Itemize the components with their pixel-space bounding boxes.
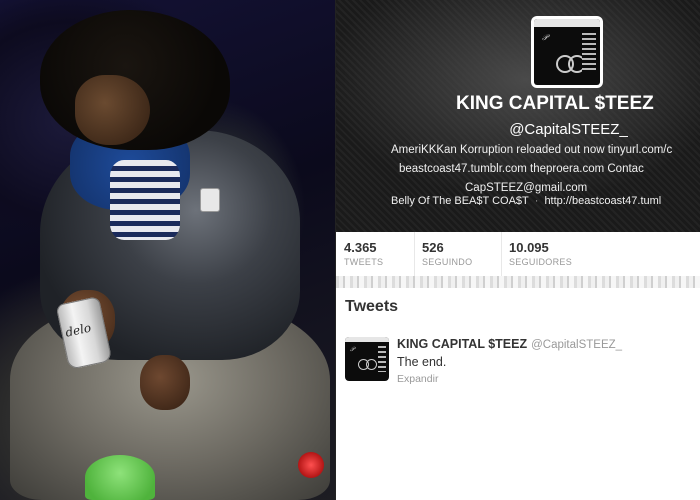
profile-handle: @CapitalSTEEZ_ — [509, 121, 628, 138]
stat-followers[interactable]: 10.095 SEGUIDORES — [509, 240, 572, 267]
photo-hand-2 — [140, 355, 190, 410]
tweet-avatar[interactable]: 𝒫 — [345, 337, 389, 381]
stat-divider — [414, 232, 415, 276]
profile-meta: Belly Of The BEA$T COA$T · http://beastcoa… — [391, 195, 661, 207]
bio-line: beastcoast47.tumblr.com theproera.com Co… — [399, 163, 644, 175]
photo-shoe — [85, 455, 155, 500]
photo-patch — [200, 188, 220, 212]
tweet-author[interactable]: KING CAPITAL $TEEZ @CapitalSTEEZ_ — [397, 337, 622, 351]
profile-bio: AmeriKKKan Korruption reloaded out now t… — [391, 141, 700, 198]
tweet-text: The end. — [397, 355, 447, 369]
avatar-text-block — [582, 33, 596, 73]
tweets-title: Tweets — [345, 298, 399, 315]
tweet-expand-link[interactable]: Expandir — [397, 373, 438, 385]
bio-line: AmeriKKKan Korruption reloaded out now t… — [391, 144, 673, 156]
photo-shirt — [110, 160, 180, 240]
timeline-blank — [336, 396, 700, 500]
stat-value: 4.365 — [344, 240, 377, 255]
avatar-banner-strip — [345, 337, 389, 342]
stat-tweets[interactable]: 4.365 TWEETS — [344, 240, 383, 267]
stat-value: 10.095 — [509, 240, 549, 255]
stat-divider — [501, 232, 502, 276]
profile-url[interactable]: http://beastcoast47.tuml — [544, 195, 661, 207]
avatar-logo-icon: 𝒫 — [542, 33, 548, 42]
stat-label: SEGUIDORES — [509, 257, 573, 267]
profile-header: 𝒫 KING CAPITAL $TEEZ @CapitalSTEEZ_ Amer… — [336, 0, 700, 232]
meta-separator: · — [534, 195, 539, 207]
can-label: delo — [64, 320, 93, 340]
stat-value: 526 — [422, 240, 444, 255]
avatar-banner-strip — [534, 19, 600, 27]
tweets-section-header: Tweets — [336, 288, 700, 327]
profile-avatar[interactable]: 𝒫 — [531, 16, 603, 88]
tweet-author-handle[interactable]: @CapitalSTEEZ_ — [531, 339, 622, 351]
photo-face — [75, 75, 150, 145]
background-texture — [336, 276, 700, 288]
profile-location: Belly Of The BEA$T COA$T — [391, 195, 529, 207]
tweet-author-name[interactable]: KING CAPITAL $TEEZ — [397, 337, 527, 351]
avatar-circle-icon — [366, 359, 377, 370]
profile-name: KING CAPITAL $TEEZ — [456, 93, 654, 114]
stat-label: TWEETS — [344, 257, 384, 267]
avatar-logo-icon: 𝒫 — [350, 346, 355, 353]
stat-label: SEGUINDO — [422, 257, 473, 267]
avatar-image: 𝒫 — [534, 19, 600, 85]
avatar-text-block — [378, 346, 386, 372]
profile-photo: delo — [0, 0, 335, 500]
stat-following[interactable]: 526 SEGUINDO — [422, 240, 472, 267]
twitter-profile: 𝒫 KING CAPITAL $TEEZ @CapitalSTEEZ_ Amer… — [335, 0, 700, 500]
tweet-item[interactable]: 𝒫 KING CAPITAL $TEEZ @CapitalSTEEZ_ The e… — [336, 326, 700, 397]
profile-stats: 4.365 TWEETS 526 SEGUINDO 10.095 SEGUIDO… — [336, 232, 700, 277]
photo-red-light — [298, 452, 324, 478]
